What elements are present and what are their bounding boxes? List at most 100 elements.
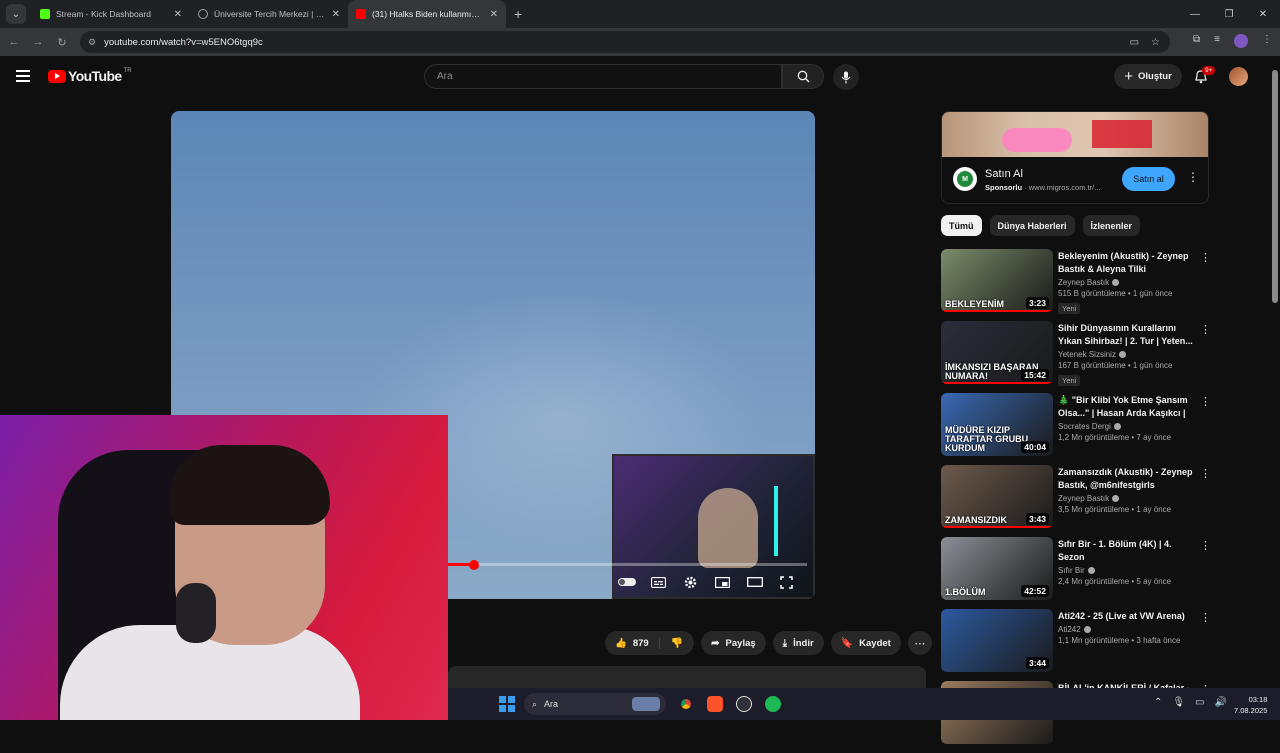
recommended-video[interactable]: MÜDÜRE KIZIP TARAFTAR GRUBU KURDUM 40:04… xyxy=(941,393,1221,465)
globe-icon xyxy=(198,9,208,19)
subtitles-button[interactable] xyxy=(649,575,668,589)
ad-banner-image[interactable] xyxy=(942,112,1208,157)
video-thumbnail[interactable]: 3:44 xyxy=(941,609,1053,672)
reload-icon[interactable]: ↻ xyxy=(50,36,74,49)
more-actions-button[interactable]: ⋯ xyxy=(907,631,932,655)
account-avatar[interactable] xyxy=(1229,67,1248,86)
cast-icon[interactable]: ▭ xyxy=(1130,37,1139,48)
ad-more-icon[interactable]: ⋮ xyxy=(1187,170,1199,184)
minimize-icon[interactable]: — xyxy=(1178,0,1212,28)
chrome-icon[interactable] xyxy=(678,696,694,712)
media-icon[interactable]: ≡ xyxy=(1214,34,1220,48)
url-input[interactable]: ⚙ youtube.com/watch?v=w5ENO6tgq9c ▭ ☆ xyxy=(80,31,1170,53)
video-meta: Zamansızdık (Akustik) - Zeynep Bastık, @… xyxy=(1058,466,1194,514)
recommended-video[interactable]: 1.BÖLÜM 42:52 Sıfır Bir - 1. Bölüm (4K) … xyxy=(941,537,1221,609)
close-window-icon[interactable]: ✕ xyxy=(1246,0,1280,28)
video-more-icon[interactable]: ⋮ xyxy=(1200,539,1211,552)
browser-menu-icon[interactable]: ⋮ xyxy=(1262,34,1272,48)
video-thumbnail[interactable]: İMKANSIZI BAŞARAN NUMARA! 15:42 xyxy=(941,321,1053,384)
share-button[interactable]: ➦ Paylaş xyxy=(701,631,766,655)
close-tab-icon[interactable]: ✕ xyxy=(332,9,340,20)
chevron-up-icon[interactable]: ⌃ xyxy=(1154,697,1162,708)
display-icon[interactable]: ▭ xyxy=(1195,697,1204,708)
video-thumbnail[interactable]: 1.BÖLÜM 42:52 xyxy=(941,537,1053,600)
description-box[interactable] xyxy=(448,666,926,690)
page-scrollbar[interactable] xyxy=(1270,60,1280,690)
autoplay-toggle[interactable] xyxy=(617,575,636,589)
extensions-icon[interactable]: ⧉ xyxy=(1193,34,1200,48)
tab-kick-dashboard[interactable]: Stream - Kick Dashboard ✕ xyxy=(32,0,190,28)
channel-name[interactable]: Yetenek Sizsiniz xyxy=(1058,350,1194,359)
microphone-icon[interactable]: 🎙 xyxy=(1172,697,1185,708)
recommended-video[interactable]: BEKLEYENİM 3:23 Bekleyenim (Akustik) - Z… xyxy=(941,249,1221,321)
dislike-button[interactable]: 👎 xyxy=(660,638,694,649)
video-title[interactable]: Sıfır Bir - 1. Bölüm (4K) | 4. Sezon xyxy=(1058,538,1194,564)
bookmark-star-icon[interactable]: ☆ xyxy=(1151,37,1160,48)
channel-name[interactable]: Ati242 xyxy=(1058,625,1194,634)
chip-all[interactable]: Tümü xyxy=(941,215,982,236)
ad-buy-button[interactable]: Satın al xyxy=(1122,167,1175,191)
back-icon[interactable]: ← xyxy=(2,36,26,48)
theater-mode-button[interactable] xyxy=(745,575,764,589)
settings-button[interactable] xyxy=(681,575,700,589)
watched-progress-bar xyxy=(941,310,1053,312)
save-button[interactable]: 🔖 Kaydet xyxy=(830,631,901,655)
search-highlight-image xyxy=(632,697,660,711)
video-more-icon[interactable]: ⋮ xyxy=(1200,611,1211,624)
video-thumbnail[interactable]: BEKLEYENİM 3:23 xyxy=(941,249,1053,312)
clock-time: 03:18 xyxy=(1248,695,1268,704)
chip-watched[interactable]: İzlenenler xyxy=(1082,215,1141,236)
recommended-video[interactable]: ZAMANSIZDIK 3:43 Zamansızdık (Akustik) -… xyxy=(941,465,1221,537)
fullscreen-button[interactable] xyxy=(777,575,796,589)
video-title[interactable]: Sihir Dünyasının Kurallarını Yıkan Sihir… xyxy=(1058,322,1194,348)
video-more-icon[interactable]: ⋮ xyxy=(1200,467,1211,480)
tab-universite-tercih[interactable]: Üniversite Tercih Merkezi | Üniv ✕ xyxy=(190,0,348,28)
video-more-icon[interactable]: ⋮ xyxy=(1200,395,1211,408)
video-title[interactable]: Ati242 - 25 (Live at VW Arena) xyxy=(1058,610,1194,623)
recommended-video[interactable]: İMKANSIZI BAŞARAN NUMARA! 15:42 Sihir Dü… xyxy=(941,321,1221,393)
download-button[interactable]: ⤓ İndir xyxy=(772,631,824,655)
close-tab-icon[interactable]: ✕ xyxy=(174,9,182,20)
tab-search-button[interactable]: ⌄ xyxy=(6,4,26,24)
restore-icon[interactable]: ❐ xyxy=(1212,0,1246,28)
channel-name[interactable]: Zeynep Bastık xyxy=(1058,278,1194,287)
volume-icon[interactable]: 🔊 xyxy=(1215,697,1227,708)
video-title[interactable]: Zamansızdık (Akustik) - Zeynep Bastık, @… xyxy=(1058,466,1194,492)
video-title[interactable]: 🎄 "Bir Klibi Yok Etme Şansım Olsa..." | … xyxy=(1058,394,1194,420)
video-more-icon[interactable]: ⋮ xyxy=(1200,323,1211,336)
menu-icon[interactable] xyxy=(16,70,30,85)
sponsored-ad-card[interactable]: M Satın Al Sponsorlu · www.migros.com.tr… xyxy=(941,111,1209,204)
tab-youtube-video[interactable]: (31) Htalks Biden kullanmıyorsa ✕ xyxy=(348,0,506,28)
youtube-logo[interactable]: YouTube TR xyxy=(48,68,132,84)
obs-icon[interactable] xyxy=(736,696,752,712)
video-thumbnail[interactable]: ZAMANSIZDIK 3:43 xyxy=(941,465,1053,528)
video-more-icon[interactable]: ⋮ xyxy=(1200,251,1211,264)
close-tab-icon[interactable]: ✕ xyxy=(490,9,498,20)
windows-start-icon[interactable] xyxy=(499,696,515,712)
scrollbar-thumb[interactable] xyxy=(1272,70,1278,303)
brave-icon[interactable] xyxy=(707,696,723,712)
forward-icon[interactable]: → xyxy=(26,36,50,48)
video-title[interactable]: Bekleyenim (Akustik) - Zeynep Bastık & A… xyxy=(1058,250,1194,276)
site-info-icon[interactable]: ⚙ xyxy=(88,37,96,48)
recommended-video[interactable]: 3:44 Ati242 - 25 (Live at VW Arena) Ati2… xyxy=(941,609,1221,681)
video-thumbnail[interactable]: MÜDÜRE KIZIP TARAFTAR GRUBU KURDUM 40:04 xyxy=(941,393,1053,456)
download-icon: ⤓ xyxy=(782,637,788,649)
taskbar-search[interactable]: ⌕ Ara xyxy=(524,693,666,715)
create-button[interactable]: + Oluştur xyxy=(1114,64,1182,89)
search-input[interactable]: Ara xyxy=(424,64,782,89)
channel-name[interactable]: Socrates Dergi xyxy=(1058,422,1194,431)
channel-name[interactable]: Sıfır Bir xyxy=(1058,566,1194,575)
chip-world-news[interactable]: Dünya Haberleri xyxy=(989,215,1075,236)
search-button[interactable] xyxy=(782,64,824,89)
new-tab-icon[interactable]: + xyxy=(514,6,522,22)
taskbar-clock[interactable]: 03:18 7.08.2025 xyxy=(1234,694,1267,716)
miniplayer-button[interactable] xyxy=(713,575,732,589)
profile-avatar-icon[interactable] xyxy=(1234,34,1248,48)
voice-search-button[interactable] xyxy=(833,64,859,90)
channel-name[interactable]: Zeynep Bastık xyxy=(1058,494,1194,503)
share-icon: ➦ xyxy=(711,637,720,649)
like-button[interactable]: 👍 879 xyxy=(605,637,660,649)
spotify-icon[interactable] xyxy=(765,696,781,712)
progress-scrubber[interactable] xyxy=(469,559,480,570)
